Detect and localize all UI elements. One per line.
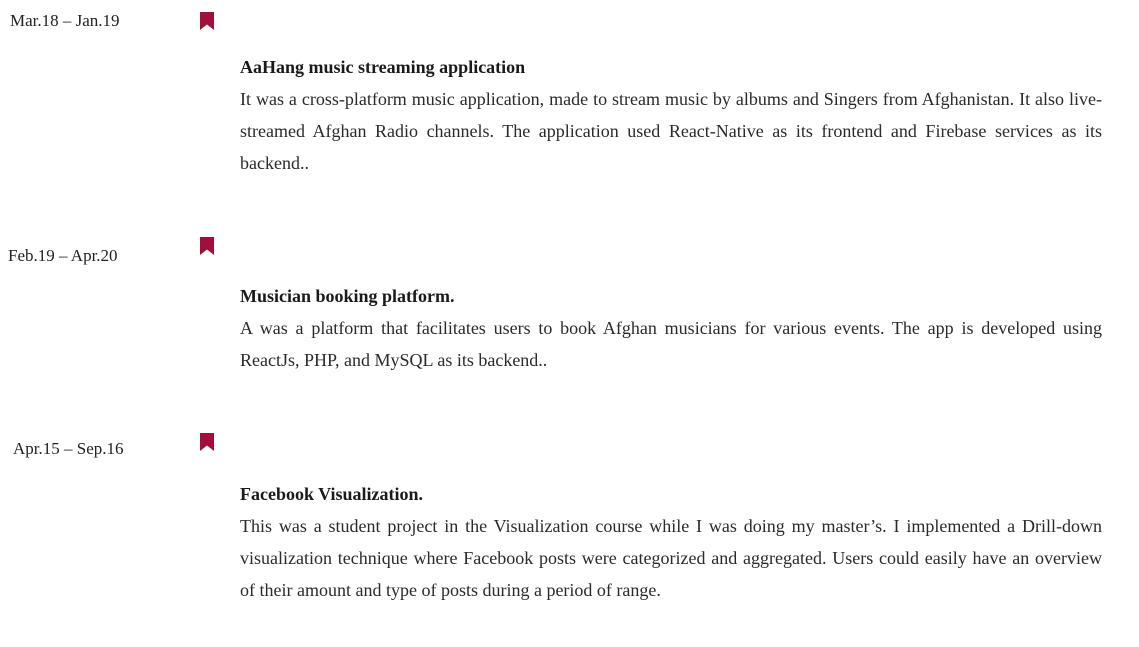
project-description: A was a platform that facilitates users … <box>240 318 1102 370</box>
project-body: Facebook Visualization. This was a stude… <box>240 482 1102 606</box>
project-description: It was a cross-platform music applicatio… <box>240 89 1102 173</box>
project-body: AaHang music streaming application It wa… <box>240 55 1102 179</box>
bookmark-icon <box>200 237 214 255</box>
project-title: Musician booking platform. <box>240 286 455 306</box>
project-date: Feb.19 – Apr.20 <box>8 246 118 265</box>
project-description: This was a student project in the Visual… <box>240 516 1102 600</box>
project-title: AaHang music streaming application <box>240 57 526 77</box>
project-date: Mar.18 – Jan.19 <box>10 11 120 30</box>
bookmark-icon <box>200 12 214 30</box>
project-title: Facebook Visualization. <box>240 484 424 504</box>
project-date: Apr.15 – Sep.16 <box>13 439 124 458</box>
project-body: Musician booking platform. A was a platf… <box>240 284 1102 376</box>
bookmark-icon <box>200 433 214 451</box>
